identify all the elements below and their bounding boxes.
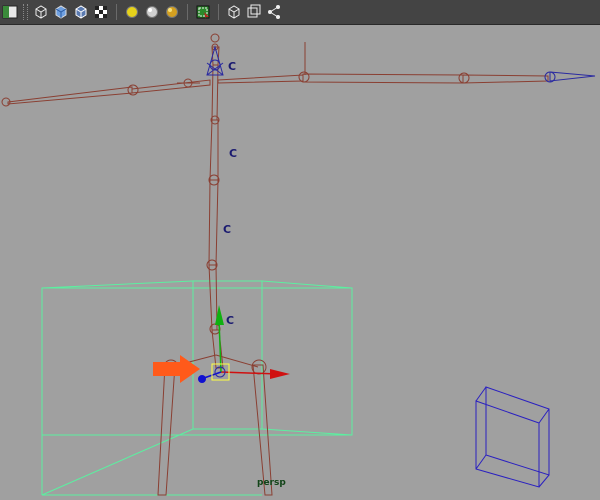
layout-icon xyxy=(2,5,18,19)
select-camera-icon xyxy=(196,5,210,19)
neck-joint-cone[interactable] xyxy=(206,45,224,76)
bbox-back-face xyxy=(192,280,263,430)
viewport-toolbar xyxy=(0,0,600,25)
toolbar-separator xyxy=(116,4,117,20)
texture-checker-icon[interactable] xyxy=(92,3,110,21)
shadows-light-icon xyxy=(166,6,178,18)
view-cube-edge xyxy=(538,474,550,488)
bone-neck[interactable] xyxy=(211,64,219,121)
isolate-select-icon[interactable] xyxy=(225,3,243,21)
bbox-edge xyxy=(261,428,353,436)
layout-icon[interactable] xyxy=(1,3,19,21)
bbox-front-face xyxy=(41,287,353,436)
axis-x-line[interactable] xyxy=(220,371,279,375)
view-cube-front xyxy=(485,386,550,476)
control-label: C xyxy=(228,60,237,73)
bone-spine-upper[interactable] xyxy=(209,119,219,181)
joint-right-shoulder[interactable] xyxy=(298,71,310,83)
select-camera-icon[interactable] xyxy=(194,3,212,21)
default-light-icon[interactable] xyxy=(123,3,141,21)
smooth-shade-cube-icon xyxy=(55,5,67,19)
bone-right-forearm[interactable] xyxy=(462,74,549,84)
axis-z-handle[interactable] xyxy=(198,375,206,383)
bone-left-thigh[interactable] xyxy=(157,364,176,496)
control-label: C xyxy=(229,147,238,160)
view-cube-back xyxy=(475,400,540,488)
bone-spine-low[interactable] xyxy=(208,264,218,331)
view-cube-edge xyxy=(475,454,487,470)
xray-icon[interactable] xyxy=(245,3,263,21)
bone-left-upper-arm[interactable] xyxy=(7,86,133,105)
selected-neck-joint[interactable] xyxy=(206,45,224,76)
joint-head-top[interactable] xyxy=(210,33,220,43)
bbox-edge xyxy=(261,280,353,289)
view-cube-edge xyxy=(475,386,487,402)
wireframe-cube-icon xyxy=(35,5,47,19)
joint-right-hip[interactable] xyxy=(251,359,267,375)
all-lights-icon xyxy=(146,6,158,18)
toolbar-grip[interactable] xyxy=(23,4,28,20)
camera-view-cube xyxy=(475,386,550,488)
wire-on-shaded-cube-icon xyxy=(75,5,87,19)
bbox-edge xyxy=(41,280,194,289)
wireframe-cube-icon[interactable] xyxy=(32,3,50,21)
viewport-3d-persp[interactable] xyxy=(0,25,600,500)
xray-icon xyxy=(247,4,261,18)
bone-left-shoulder[interactable] xyxy=(131,79,211,94)
wire-on-shaded-cube-icon[interactable] xyxy=(72,3,90,21)
skeleton[interactable] xyxy=(1,33,596,496)
joint-right-elbow[interactable] xyxy=(458,72,470,84)
toolbar-separator xyxy=(218,4,219,20)
bone-right-shoulder[interactable] xyxy=(217,74,304,84)
axis-x-arrow[interactable] xyxy=(270,369,290,379)
bone-right-hand[interactable] xyxy=(549,71,596,82)
isolate-select-icon xyxy=(228,5,240,19)
share-icon[interactable] xyxy=(265,3,283,21)
bone-right-upper-arm[interactable] xyxy=(302,73,464,84)
default-light-icon xyxy=(126,6,138,18)
share-icon xyxy=(268,5,280,19)
smooth-shade-cube-icon[interactable] xyxy=(52,3,70,21)
texture-checker-icon xyxy=(95,6,107,18)
view-cube-edge xyxy=(538,408,550,424)
viewport-canvas[interactable] xyxy=(0,25,600,500)
all-lights-icon[interactable] xyxy=(143,3,161,21)
bone-spine-mid[interactable] xyxy=(208,179,219,266)
control-label: C xyxy=(223,223,232,236)
bounding-box xyxy=(41,280,353,496)
camera-name-label: persp xyxy=(257,478,286,488)
shadows-light-icon[interactable] xyxy=(163,3,181,21)
joint-left-elbow[interactable] xyxy=(127,84,139,96)
control-label: C xyxy=(226,314,235,327)
toolbar-separator xyxy=(187,4,188,20)
